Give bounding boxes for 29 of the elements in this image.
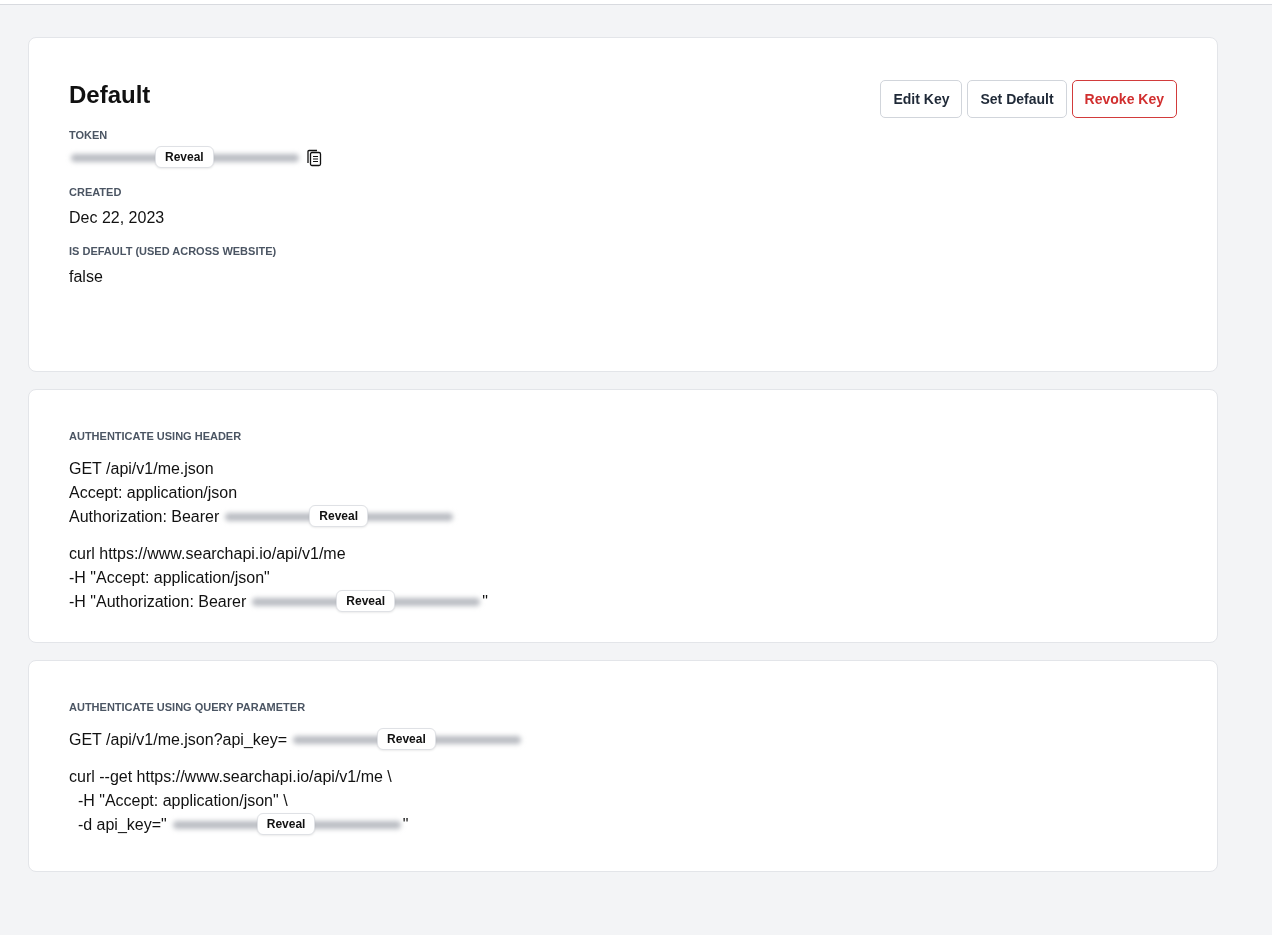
field-label: CREATED (69, 185, 123, 200)
field-label: IS DEFAULT (USED ACROSS WEBSITE) (69, 244, 278, 259)
section-heading: AUTHENTICATE USING QUERY PARAMETER (69, 700, 307, 715)
action-button[interactable]: Revoke Key (1071, 80, 1177, 118)
code-text: " (402, 815, 409, 835)
code-text: -d api_key=" (76, 815, 167, 835)
copy-icon[interactable] (306, 149, 322, 167)
section-heading: AUTHENTICATE USING HEADER (69, 429, 243, 444)
code-text: " (482, 592, 488, 612)
code-text: Authorization: Bearer (69, 507, 220, 527)
reveal-button[interactable]: Reveal (256, 813, 316, 835)
code-text: curl https://www.searchapi.io/api/v1/me (69, 544, 346, 564)
reveal-button[interactable]: Reveal (336, 590, 395, 612)
reveal-button[interactable]: Reveal (155, 146, 214, 168)
code-text: -H "Accept: application/json" (69, 568, 270, 588)
key-title: Default (69, 80, 151, 110)
field-label: TOKEN (69, 128, 109, 143)
action-button[interactable]: Set Default (967, 80, 1067, 118)
action-button[interactable]: Edit Key (880, 80, 963, 118)
reveal-button[interactable]: Reveal (377, 728, 436, 750)
reveal-button[interactable]: Reveal (309, 505, 368, 527)
field-value: Dec 22, 2023 (69, 208, 166, 228)
code-text: -H "Authorization: Bearer (69, 592, 247, 612)
code-text: curl --get https://www.searchapi.io/api/v1/me \ (69, 767, 392, 787)
code-text: -H "Accept: application/json" \ (76, 791, 288, 811)
code-text: Accept: application/json (69, 483, 238, 503)
code-text: GET /api/v1/me.json?api_key= (69, 730, 288, 750)
field-value: false (69, 267, 104, 287)
code-text: GET /api/v1/me.json (69, 459, 214, 479)
